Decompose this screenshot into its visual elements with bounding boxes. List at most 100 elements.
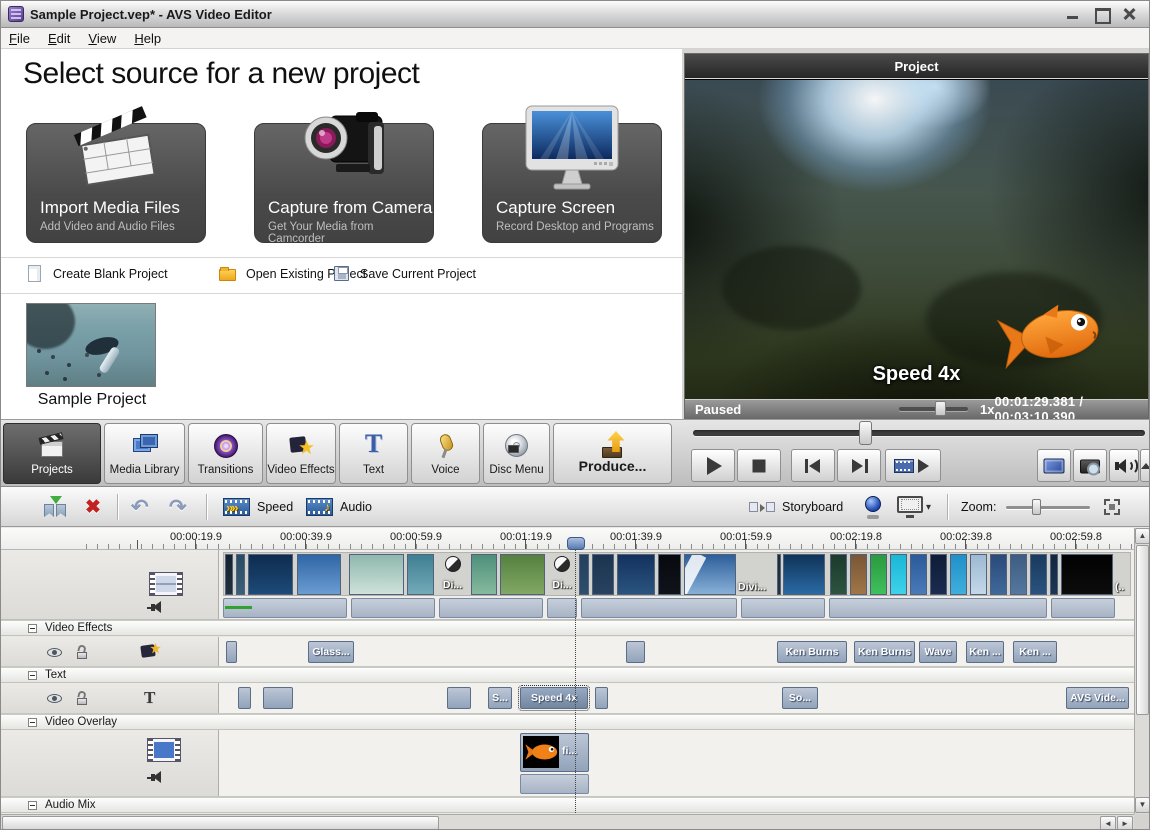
horizontal-scrollbar-thumb[interactable] bbox=[2, 816, 439, 830]
seek-slider-thumb[interactable] bbox=[859, 421, 872, 445]
video-clip-thumbnail[interactable] bbox=[950, 554, 967, 595]
timeline-clip[interactable] bbox=[263, 687, 293, 709]
split-button[interactable] bbox=[43, 487, 69, 527]
recent-project-thumbnail[interactable] bbox=[26, 303, 156, 387]
overlay-clip[interactable]: fi... bbox=[520, 733, 589, 772]
video-clip-thumbnail[interactable] bbox=[407, 554, 434, 595]
timeline-clip[interactable]: S... bbox=[488, 687, 512, 709]
video-clip-thumbnail[interactable] bbox=[910, 554, 927, 595]
timeline-clip[interactable]: Speed 4x bbox=[520, 687, 588, 709]
video-clip-thumbnail[interactable] bbox=[1030, 554, 1047, 595]
video-clip-thumbnail[interactable] bbox=[658, 554, 681, 595]
tab-media-library[interactable]: Media Library bbox=[104, 423, 185, 484]
video-clip-thumbnail[interactable] bbox=[890, 554, 907, 595]
collapse-icon[interactable] bbox=[28, 624, 37, 633]
collapse-icon[interactable] bbox=[28, 718, 37, 727]
previous-scene-button[interactable] bbox=[791, 449, 835, 482]
timeline-clip[interactable] bbox=[595, 687, 608, 709]
video-clip-thumbnail[interactable] bbox=[579, 554, 589, 595]
next-scene-button[interactable] bbox=[837, 449, 881, 482]
delete-button[interactable]: ✖ bbox=[85, 487, 101, 527]
timeline-clip[interactable] bbox=[447, 687, 471, 709]
tab-transitions[interactable]: Transitions bbox=[188, 423, 263, 484]
minimize-icon[interactable] bbox=[1063, 6, 1083, 22]
timeline-clip[interactable] bbox=[626, 641, 645, 663]
playback-rate-slider[interactable] bbox=[899, 407, 968, 411]
video-clip-thumbnail[interactable] bbox=[684, 554, 736, 595]
capture-screen-button[interactable]: Capture Screen Record Desktop and Progra… bbox=[482, 123, 662, 243]
collapse-icon[interactable] bbox=[28, 671, 37, 680]
audio-segment[interactable] bbox=[1051, 598, 1115, 618]
audio-segment[interactable] bbox=[741, 598, 825, 618]
create-blank-project-button[interactable]: Create Blank Project bbox=[26, 265, 168, 283]
timeline-clip[interactable]: AVS Vide... bbox=[1066, 687, 1129, 709]
save-project-button[interactable]: Save Current Project bbox=[333, 265, 476, 283]
video-clip-thumbnail[interactable] bbox=[248, 554, 293, 595]
capture-from-camera-button[interactable]: Capture from Camera Get Your Media from … bbox=[254, 123, 434, 243]
audio-segment[interactable] bbox=[829, 598, 1047, 618]
redo-button[interactable]: ↷ bbox=[169, 487, 187, 527]
audio-segment[interactable] bbox=[439, 598, 543, 618]
zoom-slider[interactable] bbox=[1006, 506, 1090, 509]
playhead-marker[interactable] bbox=[567, 537, 585, 550]
timeline-clip[interactable] bbox=[226, 641, 237, 663]
stop-button[interactable] bbox=[737, 449, 781, 482]
snapshot-button[interactable] bbox=[1073, 449, 1107, 482]
eye-icon[interactable] bbox=[47, 647, 63, 658]
timeline-clip[interactable]: Wave bbox=[919, 641, 957, 663]
video-clip-thumbnail[interactable] bbox=[471, 554, 497, 595]
video-clip-thumbnail[interactable] bbox=[1061, 554, 1113, 595]
speaker-icon[interactable] bbox=[147, 770, 169, 784]
menu-view[interactable]: View bbox=[88, 31, 116, 46]
volume-popup-button[interactable] bbox=[1140, 449, 1150, 482]
video-clip-thumbnail[interactable] bbox=[970, 554, 987, 595]
tab-produce[interactable]: Produce... bbox=[553, 423, 672, 484]
menu-file[interactable]: File bbox=[9, 31, 30, 46]
menu-help[interactable]: Help bbox=[134, 31, 161, 46]
timeline-clip[interactable]: Glass... bbox=[308, 641, 354, 663]
horizontal-scrollbar[interactable]: ◄ ► bbox=[1, 814, 1134, 830]
webcam-button[interactable] bbox=[863, 487, 883, 527]
video-clip-thumbnail[interactable] bbox=[850, 554, 867, 595]
tab-projects[interactable]: Projects bbox=[3, 423, 101, 484]
import-media-files-button[interactable]: Import Media Files Add Video and Audio F… bbox=[26, 123, 206, 243]
overlay-audio-block[interactable] bbox=[520, 774, 589, 794]
speed-button[interactable]: »» Speed bbox=[223, 487, 293, 527]
timeline-clip[interactable]: Ken ... bbox=[1013, 641, 1057, 663]
zoom-slider-thumb[interactable] bbox=[1032, 499, 1041, 515]
video-clip-thumbnail[interactable] bbox=[225, 554, 233, 595]
video-clip-thumbnail[interactable] bbox=[236, 554, 245, 595]
display-mode-button[interactable]: ▾ bbox=[897, 487, 931, 527]
play-button[interactable] bbox=[691, 449, 735, 482]
tab-voice[interactable]: Voice bbox=[411, 423, 480, 484]
timeline-clip[interactable]: Ken Burns bbox=[777, 641, 847, 663]
video-clip-thumbnail[interactable] bbox=[592, 554, 614, 595]
storyboard-toggle[interactable]: Storyboard bbox=[749, 487, 843, 527]
frame-step-button[interactable] bbox=[885, 449, 941, 482]
tab-video-effects[interactable]: Video Effects bbox=[266, 423, 336, 484]
menu-edit[interactable]: Edit bbox=[48, 31, 70, 46]
video-clip-thumbnail[interactable] bbox=[500, 554, 545, 595]
seek-slider[interactable] bbox=[693, 430, 1145, 436]
audio-segment[interactable] bbox=[351, 598, 435, 618]
vertical-scrollbar-thumb[interactable] bbox=[1136, 545, 1149, 715]
video-clip-thumbnail[interactable] bbox=[870, 554, 887, 595]
collapse-icon[interactable] bbox=[28, 801, 37, 810]
video-clip-thumbnail[interactable] bbox=[930, 554, 947, 595]
timeline-clip[interactable]: Ken Burns bbox=[854, 641, 915, 663]
timeline-clip[interactable]: So... bbox=[782, 687, 818, 709]
close-icon[interactable] bbox=[1119, 6, 1139, 22]
timeline-clip[interactable]: Ken ... bbox=[966, 641, 1004, 663]
tab-text[interactable]: T Text bbox=[339, 423, 408, 484]
fit-to-timeline-icon[interactable] bbox=[1104, 499, 1120, 515]
audio-segment[interactable] bbox=[547, 598, 577, 618]
video-clip-thumbnail[interactable] bbox=[1050, 554, 1058, 595]
audio-button[interactable]: ♪ Audio bbox=[306, 487, 372, 527]
volume-button[interactable] bbox=[1109, 449, 1139, 482]
tab-disc-menu[interactable]: Disc Menu bbox=[483, 423, 550, 484]
audio-segment[interactable] bbox=[581, 598, 737, 618]
maximize-icon[interactable] bbox=[1091, 6, 1111, 22]
video-clip-thumbnail[interactable] bbox=[617, 554, 655, 595]
transition-marker[interactable]: Di... bbox=[438, 554, 467, 595]
video-clip-thumbnail[interactable] bbox=[1010, 554, 1027, 595]
